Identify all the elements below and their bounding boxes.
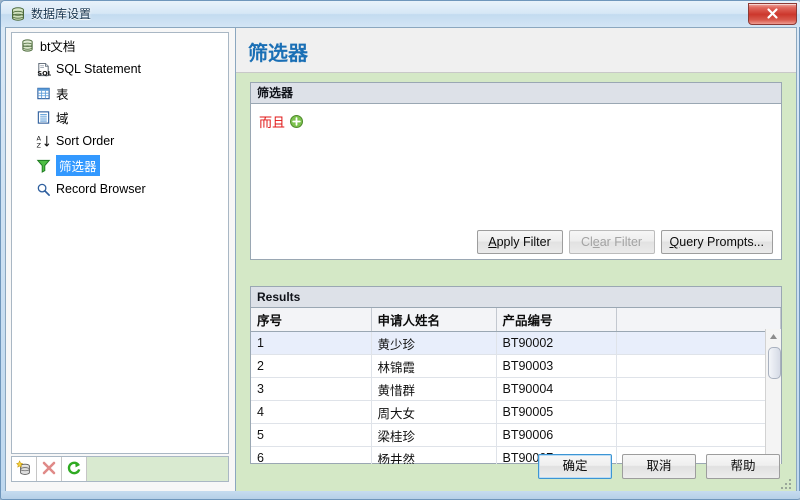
table-row[interactable]: 2 林锦霞 BT90003 [251, 354, 781, 378]
refresh-button[interactable] [62, 457, 87, 481]
results-panel: Results 序号 申请人姓名 产品编号 1 黄少珍 BT90002 2 林锦… [250, 286, 782, 464]
green-plus-icon[interactable] [290, 115, 304, 128]
cell-product: BT90005 [496, 400, 617, 424]
query-prompts-button[interactable]: Query Prompts... [660, 230, 773, 254]
table-header-row: 序号 申请人姓名 产品编号 [251, 308, 781, 332]
column-header-product[interactable]: 产品编号 [496, 308, 617, 332]
cell-product: BT90004 [496, 377, 617, 401]
green-refresh-icon [66, 460, 82, 479]
client-area: bt文档 SQL SQL Statement 表 域 A Z Sort Orde… [5, 27, 797, 493]
column-header-applicant[interactable]: 申请人姓名 [371, 308, 497, 332]
sidebar-item-bt-document[interactable]: bt文档 [12, 33, 228, 57]
page-header: 筛选器 [236, 28, 796, 73]
sidebar-item-filter[interactable]: 筛选器 [12, 153, 228, 177]
table-row[interactable]: 1 黄少珍 BT90002 [251, 331, 781, 355]
scrollbar-thumb[interactable] [768, 347, 781, 379]
cell-applicant: 梁桂珍 [371, 423, 497, 447]
close-icon [767, 8, 778, 19]
sidebar-item-label: 表 [56, 87, 69, 102]
sidebar-item-field[interactable]: 域 [12, 105, 228, 129]
window-title: 数据库设置 [31, 7, 92, 21]
results-vertical-scrollbar[interactable] [765, 329, 781, 464]
left-panel: bt文档 SQL SQL Statement 表 域 A Z Sort Orde… [6, 28, 236, 493]
table-icon [34, 84, 52, 102]
apply-filter-rest: pply Filter [496, 235, 551, 249]
window-frame-bottom [1, 491, 800, 499]
apply-filter-button[interactable]: Apply Filter [476, 230, 563, 254]
cell-seq: 6 [251, 446, 372, 464]
resize-grip[interactable] [780, 478, 792, 490]
cell-seq: 5 [251, 423, 372, 447]
sidebar-item-label: 筛选器 [56, 154, 100, 176]
cell-applicant: 林锦霞 [371, 354, 497, 378]
filter-group-box: 筛选器 而且 Apply Filter Clear Filter Query P… [250, 82, 782, 260]
scroll-up-icon[interactable] [766, 329, 781, 344]
cell-product: BT90002 [496, 331, 617, 355]
sidebar-item-label: SQL Statement [56, 62, 141, 76]
filter-actions: Apply Filter Clear Filter Query Prompts.… [251, 230, 781, 254]
table-row[interactable]: 3 黄惜群 BT90004 [251, 377, 781, 401]
results-header: Results [251, 287, 781, 308]
close-button[interactable] [748, 3, 797, 25]
svg-text:Z: Z [36, 141, 41, 148]
sidebar-item-sql-statement[interactable]: SQL SQL Statement [12, 57, 228, 81]
column-header-seq[interactable]: 序号 [251, 308, 372, 332]
dialog-buttons: 确定 取消 帮助 [538, 454, 780, 479]
cell-product: BT90003 [496, 354, 617, 378]
sidebar-item-label: Record Browser [56, 182, 146, 196]
table-row[interactable]: 4 周大女 BT90005 [251, 400, 781, 424]
sidebar-item-label: bt文档 [40, 39, 76, 54]
clear-filter-button: Clear Filter [568, 230, 655, 254]
cell-product: BT90006 [496, 423, 617, 447]
results-table[interactable]: 序号 申请人姓名 产品编号 1 黄少珍 BT90002 2 林锦霞 BT9000… [251, 308, 781, 464]
sidebar-item-table[interactable]: 表 [12, 81, 228, 105]
filter-group-body[interactable]: 而且 Apply Filter Clear Filter Query Promp… [251, 104, 781, 260]
funnel-icon [34, 156, 52, 174]
cancel-button[interactable]: 取消 [622, 454, 696, 479]
right-panel: 筛选器 筛选器 而且 Apply Filter Clear Filter Que… [236, 28, 796, 493]
sidebar-item-record-browser[interactable]: Record Browser [12, 177, 228, 201]
field-list-icon [34, 108, 52, 126]
cell-empty [616, 331, 781, 355]
sort-az-icon: A Z [34, 132, 52, 150]
results-table-body: 1 黄少珍 BT90002 2 林锦霞 BT90003 3 黄惜群 BT9000… [251, 331, 781, 464]
filter-condition-row[interactable]: 而且 [259, 112, 304, 131]
title-bar: 数据库设置 [1, 1, 800, 27]
sql-document-icon: SQL [34, 60, 52, 78]
cell-applicant: 黄惜群 [371, 377, 497, 401]
sidebar-item-sort-order[interactable]: A Z Sort Order [12, 129, 228, 153]
database-icon [10, 6, 26, 22]
magnifier-icon [34, 180, 52, 198]
database-new-icon [16, 459, 32, 479]
database-icon [18, 36, 36, 54]
cell-empty [616, 354, 781, 378]
delete-button[interactable] [37, 457, 62, 481]
cell-seq: 2 [251, 354, 372, 378]
table-row[interactable]: 5 梁桂珍 BT90006 [251, 423, 781, 447]
red-x-icon [41, 460, 57, 479]
help-button[interactable]: 帮助 [706, 454, 780, 479]
cell-seq: 3 [251, 377, 372, 401]
cell-empty [616, 423, 781, 447]
cell-seq: 1 [251, 331, 372, 355]
page-title: 筛选器 [248, 43, 308, 65]
cell-applicant: 杨井然 [371, 446, 497, 464]
column-header-empty[interactable] [616, 308, 781, 332]
new-database-button[interactable] [12, 457, 37, 481]
cell-applicant: 周大女 [371, 400, 497, 424]
dialog-window: 数据库设置 bt文档 SQL SQL Statement 表 域 A Z Sor… [0, 0, 800, 500]
sidebar-toolbar [11, 456, 229, 482]
navigation-tree[interactable]: bt文档 SQL SQL Statement 表 域 A Z Sort Orde… [11, 32, 229, 454]
ok-button[interactable]: 确定 [538, 454, 612, 479]
cell-empty [616, 377, 781, 401]
sidebar-item-label: 域 [56, 111, 69, 126]
filter-conjunction-label[interactable]: 而且 [259, 112, 285, 131]
cell-empty [616, 400, 781, 424]
cell-applicant: 黄少珍 [371, 331, 497, 355]
cell-seq: 4 [251, 400, 372, 424]
results-grid-wrapper: 序号 申请人姓名 产品编号 1 黄少珍 BT90002 2 林锦霞 BT9000… [251, 308, 781, 464]
svg-text:SQL: SQL [37, 69, 51, 76]
filter-group-header: 筛选器 [251, 83, 781, 104]
sidebar-item-label: Sort Order [56, 134, 115, 148]
